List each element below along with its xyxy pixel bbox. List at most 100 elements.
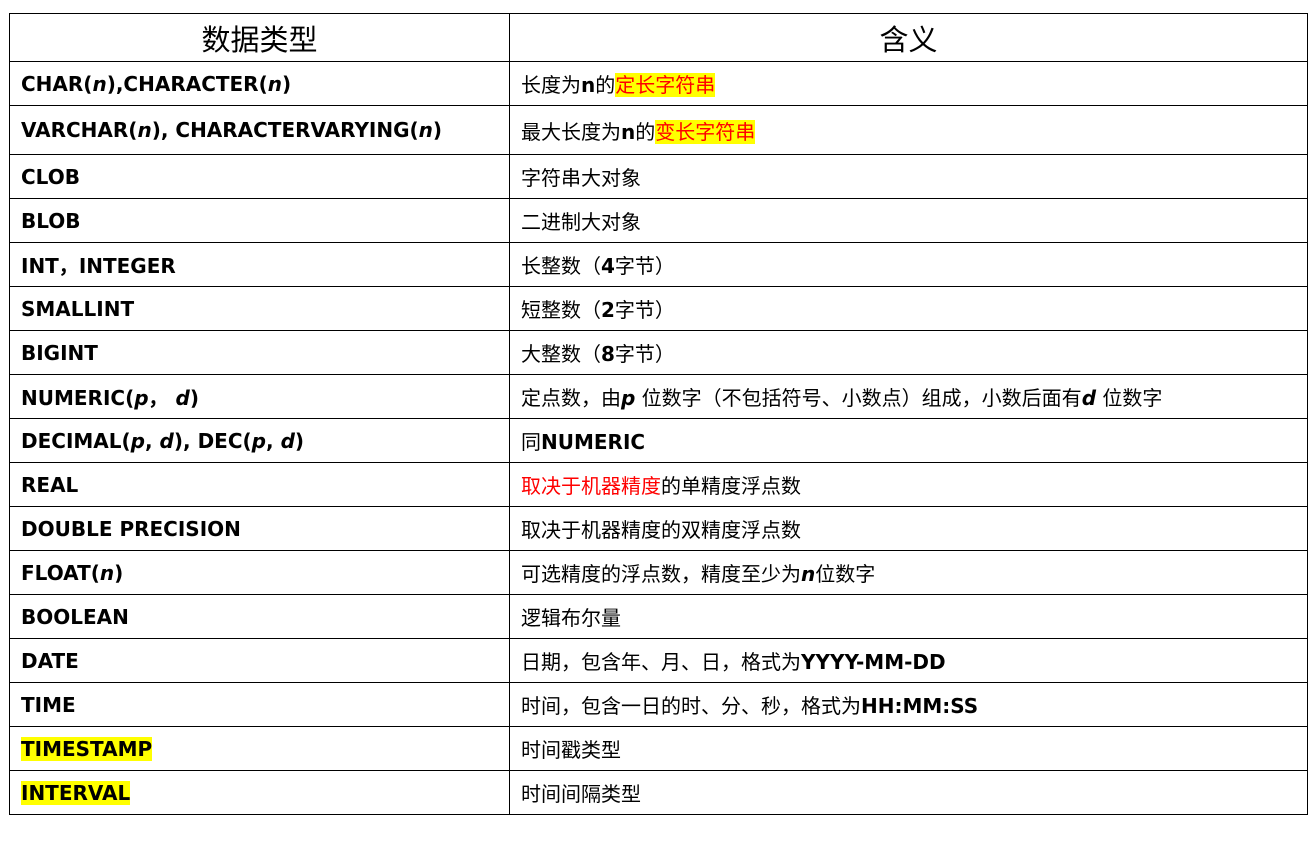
meaning-text: NUMERIC (541, 430, 646, 454)
type-text: p (130, 428, 145, 453)
type-text: CHAR( (21, 71, 93, 96)
table-row: REAL 取决于机器精度的单精度浮点数 (9, 462, 1308, 507)
type-text: VARCHAR( (21, 118, 138, 142)
meaning-text: 同 (521, 430, 541, 454)
table-row: SMALLINT 短整数（2字节） (9, 286, 1308, 331)
meaning-text: 短整数（ (521, 298, 601, 322)
table-row: VARCHAR(n), CHARACTERVARYING(n) 最大长度为n的变长… (9, 105, 1308, 155)
meaning-text: 变长字符串 (655, 119, 756, 144)
meaning-text: 字节） (614, 342, 675, 366)
table-row: INTERVAL 时间间隔类型 (9, 770, 1308, 815)
meaning-text: 位数字 (815, 562, 876, 586)
type-text: BIGINT (21, 340, 98, 365)
meaning-cell: 大整数（8字节） (509, 330, 1308, 375)
meaning-text: 时间，包含一日的时、分、秒，格式为 (521, 694, 861, 718)
type-text: , (266, 428, 281, 453)
meaning-text: YYYY-MM-DD (801, 650, 946, 674)
meaning-text: 时间戳类型 (521, 738, 621, 762)
type-cell: TIMESTAMP (9, 726, 510, 771)
type-cell: DECIMAL(p, d), DEC(p, d) (9, 418, 510, 463)
type-text: d (159, 428, 174, 453)
meaning-cell: 日期，包含年、月、日，格式为YYYY-MM-DD (509, 638, 1308, 683)
meaning-text: 长度为 (521, 73, 581, 97)
type-text: ， (148, 386, 176, 410)
meaning-text: 定长字符串 (615, 73, 716, 97)
type-text: BOOLEAN (21, 604, 129, 629)
type-text: , (144, 428, 160, 453)
meaning-text: d (1081, 386, 1097, 410)
type-text: n (137, 118, 152, 142)
table-row: NUMERIC(p， d) 定点数，由p 位数字（不包括符号、小数点）组成，小数后… (9, 374, 1308, 419)
meaning-text: 二进制大对象 (521, 210, 641, 234)
meaning-cell: 二进制大对象 (509, 198, 1308, 243)
type-text: n (92, 71, 107, 96)
type-text: DECIMAL( (21, 428, 131, 453)
type-text: ) (281, 71, 292, 96)
type-text: TIMESTAMP (21, 736, 153, 761)
meaning-cell: 定点数，由p 位数字（不包括符号、小数点）组成，小数后面有d 位数字 (509, 374, 1308, 419)
table-body: CHAR(n),CHARACTER(n) 长度为n的定长字符串 VARCHAR(n)… (9, 61, 1308, 815)
type-text: BLOB (21, 208, 81, 233)
type-cell: INTERVAL (9, 770, 510, 815)
type-cell: SMALLINT (9, 286, 510, 331)
meaning-text: 2 (601, 298, 615, 322)
table-row: BIGINT 大整数（8字节） (9, 330, 1308, 375)
meaning-text: 可选精度的浮点数，精度至少为 (521, 562, 801, 586)
table-row: DOUBLE PRECISION 取决于机器精度的双精度浮点数 (9, 506, 1308, 551)
meaning-cell: 字符串大对象 (509, 154, 1308, 199)
meaning-text: 字节） (614, 298, 675, 322)
meaning-text: HH:MM:SS (861, 694, 979, 718)
meaning-cell: 逻辑布尔量 (509, 594, 1308, 639)
type-text: SMALLINT (21, 296, 135, 321)
type-cell: BOOLEAN (9, 594, 510, 639)
type-cell: BLOB (9, 198, 510, 243)
type-text: INTERVAL (21, 780, 131, 805)
type-text: n (267, 71, 282, 96)
type-text: NUMERIC( (21, 386, 135, 410)
table-row: INT，INTEGER 长整数（4字节） (9, 242, 1308, 287)
meaning-text: 的 (595, 73, 616, 97)
meaning-text: n (581, 73, 596, 97)
meaning-text: n (621, 119, 636, 144)
type-text: ), CHARACTERVARYING( (151, 118, 419, 142)
meaning-text: 定点数，由 (521, 386, 621, 410)
meaning-cell: 取决于机器精度的双精度浮点数 (509, 506, 1308, 551)
type-text: TIME (21, 692, 76, 717)
meaning-text: 位数字 (1096, 386, 1163, 410)
meaning-text: 位数字（不包括符号、小数点）组成，小数后面有 (635, 386, 1082, 410)
type-text: n (99, 560, 115, 585)
meaning-cell: 可选精度的浮点数，精度至少为n位数字 (509, 550, 1308, 595)
meaning-cell: 长整数（4字节） (509, 242, 1308, 287)
table-row: FLOAT(n) 可选精度的浮点数，精度至少为n位数字 (9, 550, 1308, 595)
type-text: ),CHARACTER( (106, 71, 268, 96)
type-cell: VARCHAR(n), CHARACTERVARYING(n) (9, 105, 510, 155)
meaning-text: 取决于机器精度 (521, 474, 661, 498)
meaning-text: 大整数（ (521, 342, 601, 366)
type-text: ) (114, 560, 124, 585)
meaning-cell: 长度为n的定长字符串 (509, 61, 1308, 106)
type-cell: REAL (9, 462, 510, 507)
type-text: ) (189, 386, 199, 410)
type-cell: TIME (9, 682, 510, 727)
table-row: BLOB 二进制大对象 (9, 198, 1308, 243)
type-text: REAL (21, 472, 79, 497)
meaning-text: n (801, 562, 816, 586)
meaning-text: 4 (601, 254, 615, 278)
data-types-table: 数据类型 含义 CHAR(n),CHARACTER(n) 长度为n的定长字符串 VA… (9, 13, 1308, 815)
type-text: ) (432, 118, 443, 142)
table-row: TIMESTAMP 时间戳类型 (9, 726, 1308, 771)
meaning-cell: 时间间隔类型 (509, 770, 1308, 815)
meaning-text: 的单精度浮点数 (661, 474, 801, 498)
type-text: DOUBLE PRECISION (21, 516, 241, 541)
meaning-text: 8 (601, 342, 615, 366)
table-row: TIME 时间，包含一日的时、分、秒，格式为HH:MM:SS (9, 682, 1308, 727)
meaning-text: 长整数（ (521, 254, 601, 278)
meaning-cell: 时间，包含一日的时、分、秒，格式为HH:MM:SS (509, 682, 1308, 727)
type-cell: CLOB (9, 154, 510, 199)
meaning-cell: 取决于机器精度的单精度浮点数 (509, 462, 1308, 507)
type-cell: NUMERIC(p， d) (9, 374, 510, 419)
meaning-cell: 短整数（2字节） (509, 286, 1308, 331)
header-type: 数据类型 (9, 13, 510, 62)
meaning-cell: 时间戳类型 (509, 726, 1308, 771)
type-text: n (418, 118, 433, 142)
